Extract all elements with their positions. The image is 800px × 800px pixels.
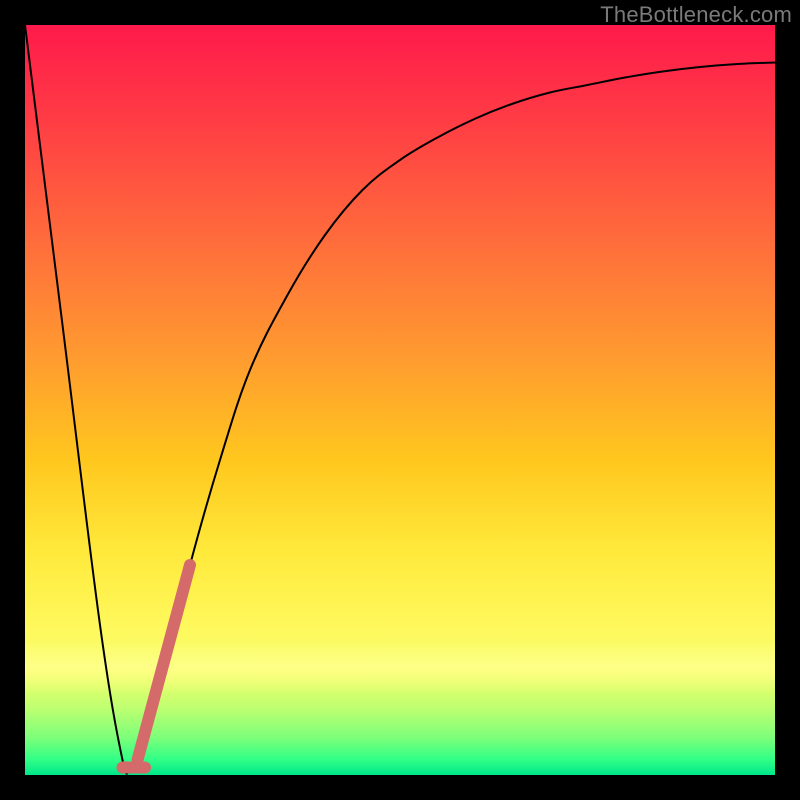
- bottleneck-curve: [25, 25, 775, 774]
- chart-frame: TheBottleneck.com: [0, 0, 800, 800]
- curve-layer: [25, 25, 775, 775]
- plot-area: [25, 25, 775, 775]
- highlight-segment: [138, 565, 191, 760]
